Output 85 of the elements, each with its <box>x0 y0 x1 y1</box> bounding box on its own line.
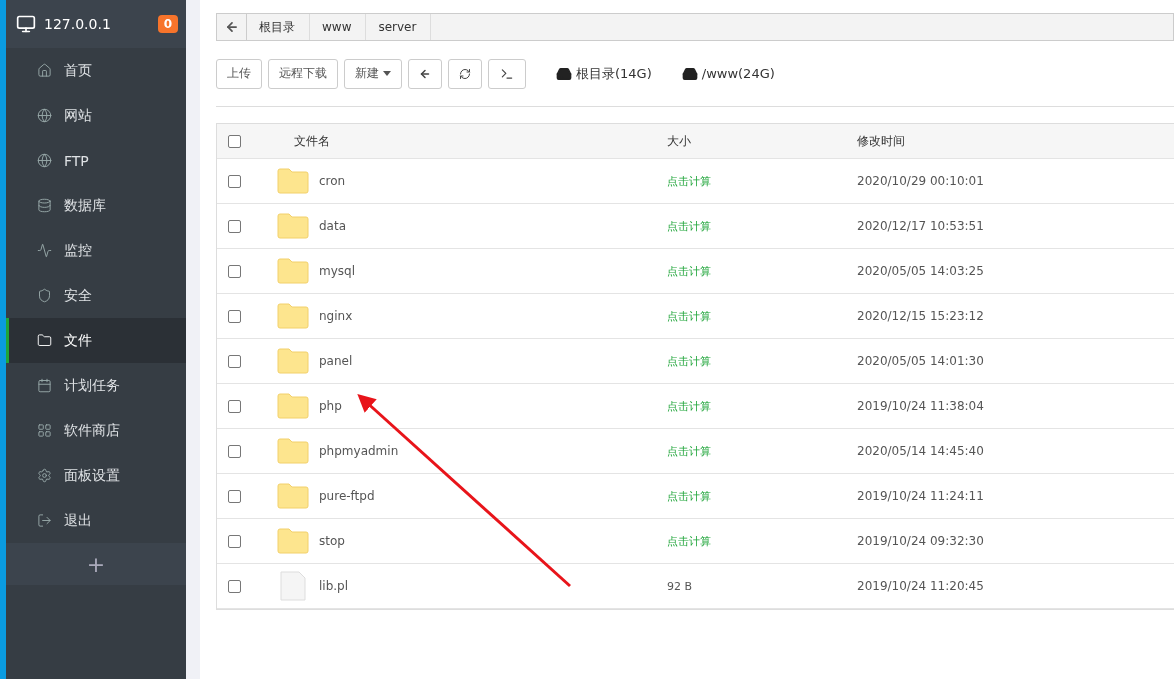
column-header[interactable]: 文件名 <box>277 132 667 150</box>
row-checkbox[interactable] <box>228 534 241 548</box>
terminal-icon <box>500 66 514 81</box>
folder-icon <box>37 333 52 348</box>
database-icon <box>37 198 52 213</box>
add-button[interactable]: + <box>86 551 106 577</box>
file-name[interactable]: nginx <box>319 309 353 323</box>
breadcrumb-item[interactable]: www <box>310 14 367 40</box>
sidebar-item[interactable]: 监控 <box>6 228 186 273</box>
select-all-checkbox[interactable] <box>228 134 241 148</box>
file-name[interactable]: cron <box>319 174 346 188</box>
disk-usage[interactable]: 根目录(14G) <box>556 64 652 83</box>
globe-icon <box>37 153 52 168</box>
file-icon <box>277 571 309 601</box>
modified-time: 2020/10/29 00:10:01 <box>857 174 985 188</box>
notification-count: 0 <box>157 15 178 33</box>
file-name[interactable]: phpmyadmin <box>319 444 399 458</box>
folder-icon <box>277 438 309 464</box>
folder-icon <box>277 348 309 374</box>
back-button[interactable] <box>408 58 442 89</box>
back-arrow-icon <box>224 20 239 34</box>
modified-time: 2019/10/24 09:32:30 <box>857 534 985 548</box>
modified-time: 2020/12/15 15:23:12 <box>857 309 985 323</box>
file-size: 92 B <box>667 579 694 593</box>
sidebar-item[interactable]: FTP <box>6 138 186 183</box>
home-icon <box>37 63 52 78</box>
file-name[interactable]: stop <box>319 534 345 548</box>
column-header[interactable]: 大小 <box>667 132 857 150</box>
row-checkbox[interactable] <box>228 309 241 323</box>
caret-icon <box>383 71 391 76</box>
folder-icon <box>277 168 309 194</box>
sidebar-item[interactable]: 面板设置 <box>6 453 186 498</box>
new-dropdown-button[interactable]: 新建 <box>344 58 402 89</box>
toolbar-button[interactable]: 远程下载 <box>268 58 338 89</box>
sidebar-item[interactable]: 数据库 <box>6 183 186 228</box>
sidebar-item[interactable]: 网站 <box>6 93 186 138</box>
row-checkbox[interactable] <box>228 579 241 593</box>
disk-usage[interactable]: /www(24G) <box>681 65 775 82</box>
modified-time: 2020/05/05 14:01:30 <box>857 354 985 368</box>
calendar-icon <box>37 378 52 393</box>
modified-time: 2019/10/24 11:20:45 <box>857 579 985 593</box>
toolbar-button[interactable]: 上传 <box>216 58 262 89</box>
file-name[interactable]: lib.pl <box>319 579 349 593</box>
file-name[interactable]: panel <box>319 354 353 368</box>
row-checkbox[interactable] <box>228 264 241 278</box>
row-checkbox[interactable] <box>228 399 241 413</box>
modified-time: 2019/10/24 11:24:11 <box>857 489 985 503</box>
file-name[interactable]: data <box>319 219 347 233</box>
refresh-icon <box>459 66 471 81</box>
sidebar-item[interactable]: 计划任务 <box>6 363 186 408</box>
folder-icon <box>277 213 309 239</box>
modified-time: 2019/10/24 11:38:04 <box>857 399 985 413</box>
settings-icon <box>37 468 52 483</box>
sidebar-item[interactable]: 首页 <box>6 48 186 93</box>
sidebar-item[interactable]: 文件 <box>6 318 186 363</box>
shield-icon <box>37 288 52 303</box>
folder-icon <box>277 528 309 554</box>
sidebar-item[interactable]: 软件商店 <box>6 408 186 453</box>
host-address: 127.0.0.1 <box>44 16 112 32</box>
modified-time: 2020/12/17 10:53:51 <box>857 219 985 233</box>
modified-time: 2020/05/05 14:03:25 <box>857 264 985 278</box>
refresh-button[interactable] <box>448 58 482 89</box>
file-name[interactable]: pure-ftpd <box>319 489 375 503</box>
logout-icon <box>37 513 52 528</box>
folder-icon <box>277 483 309 509</box>
file-name[interactable]: php <box>319 399 342 413</box>
grid-icon <box>37 423 52 438</box>
computer-icon <box>16 14 36 34</box>
row-checkbox[interactable] <box>228 354 241 368</box>
folder-icon <box>277 303 309 329</box>
pulse-icon <box>37 243 52 258</box>
row-checkbox[interactable] <box>228 489 241 503</box>
folder-icon <box>277 258 309 284</box>
sidebar-item[interactable]: 退出 <box>6 498 186 543</box>
sidebar-item[interactable]: 安全 <box>6 273 186 318</box>
file-name[interactable]: mysql <box>319 264 355 278</box>
modified-time: 2020/05/14 14:45:40 <box>857 444 985 458</box>
folder-icon <box>277 393 309 419</box>
row-checkbox[interactable] <box>228 174 241 188</box>
breadcrumb-item[interactable]: 根目录 <box>247 14 310 40</box>
row-checkbox[interactable] <box>228 444 241 458</box>
globe-icon <box>37 108 52 123</box>
row-checkbox[interactable] <box>228 219 241 233</box>
column-header[interactable]: 修改时间 <box>857 132 1174 150</box>
breadcrumb-item[interactable]: server <box>366 14 432 40</box>
